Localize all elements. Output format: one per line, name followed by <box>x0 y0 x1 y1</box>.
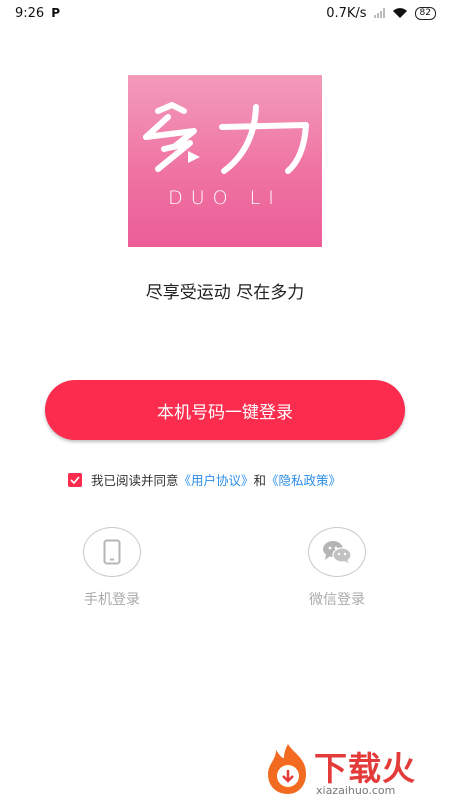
status-time: 9:26 <box>15 5 45 21</box>
signal-icon <box>373 8 385 18</box>
parking-icon: P <box>51 6 60 20</box>
status-left: 9:26 P <box>15 6 60 21</box>
one-click-login-button[interactable]: 本机号码一键登录 <box>45 380 405 440</box>
agreement-row: 我已阅读并同意 《用户协议》 和 《隐私政策》 <box>68 470 341 489</box>
agreement-prefix: 我已阅读并同意 <box>91 473 179 488</box>
battery-badge: 82 <box>414 6 436 20</box>
status-right: 0.7K/s 82 <box>326 6 436 21</box>
status-bar: 9:26 P 0.7K/s 82 <box>0 0 450 26</box>
check-icon <box>70 475 80 484</box>
watermark: 下载火 xiazaihuo.com <box>262 738 450 800</box>
agreement-joiner: 和 <box>253 473 267 488</box>
wechat-login-label: 微信登录 <box>309 592 365 608</box>
app-logo: DUO LI <box>128 75 322 247</box>
agreement-checkbox[interactable] <box>68 472 82 487</box>
phone-login-label: 手机登录 <box>84 592 140 608</box>
watermark-title: 下载火 <box>314 749 416 788</box>
phone-login-button[interactable]: 手机登录 <box>52 527 172 609</box>
privacy-policy-link[interactable]: 《隐私政策》 <box>266 470 341 489</box>
phone-icon <box>103 539 121 565</box>
wechat-login-circle[interactable] <box>308 527 366 577</box>
wechat-login-button[interactable]: 微信登录 <box>277 527 397 609</box>
phone-login-circle[interactable] <box>83 527 141 577</box>
watermark-url: xiazaihuo.com <box>316 784 396 797</box>
duoli-logo-icon <box>143 102 309 174</box>
network-speed: 0.7K/s <box>326 5 367 21</box>
user-agreement-link[interactable]: 《用户协议》 <box>179 470 254 489</box>
login-screen: 9:26 P 0.7K/s 82 DUO LI 尽享受运动 尽在多力 本机号码一… <box>0 0 450 800</box>
slogan-text: 尽享受运动 尽在多力 <box>145 283 305 303</box>
wifi-icon <box>392 8 407 18</box>
logo-subtitle: DUO LI <box>168 187 282 209</box>
wechat-icon <box>323 541 352 563</box>
flame-logo-icon <box>268 744 306 794</box>
